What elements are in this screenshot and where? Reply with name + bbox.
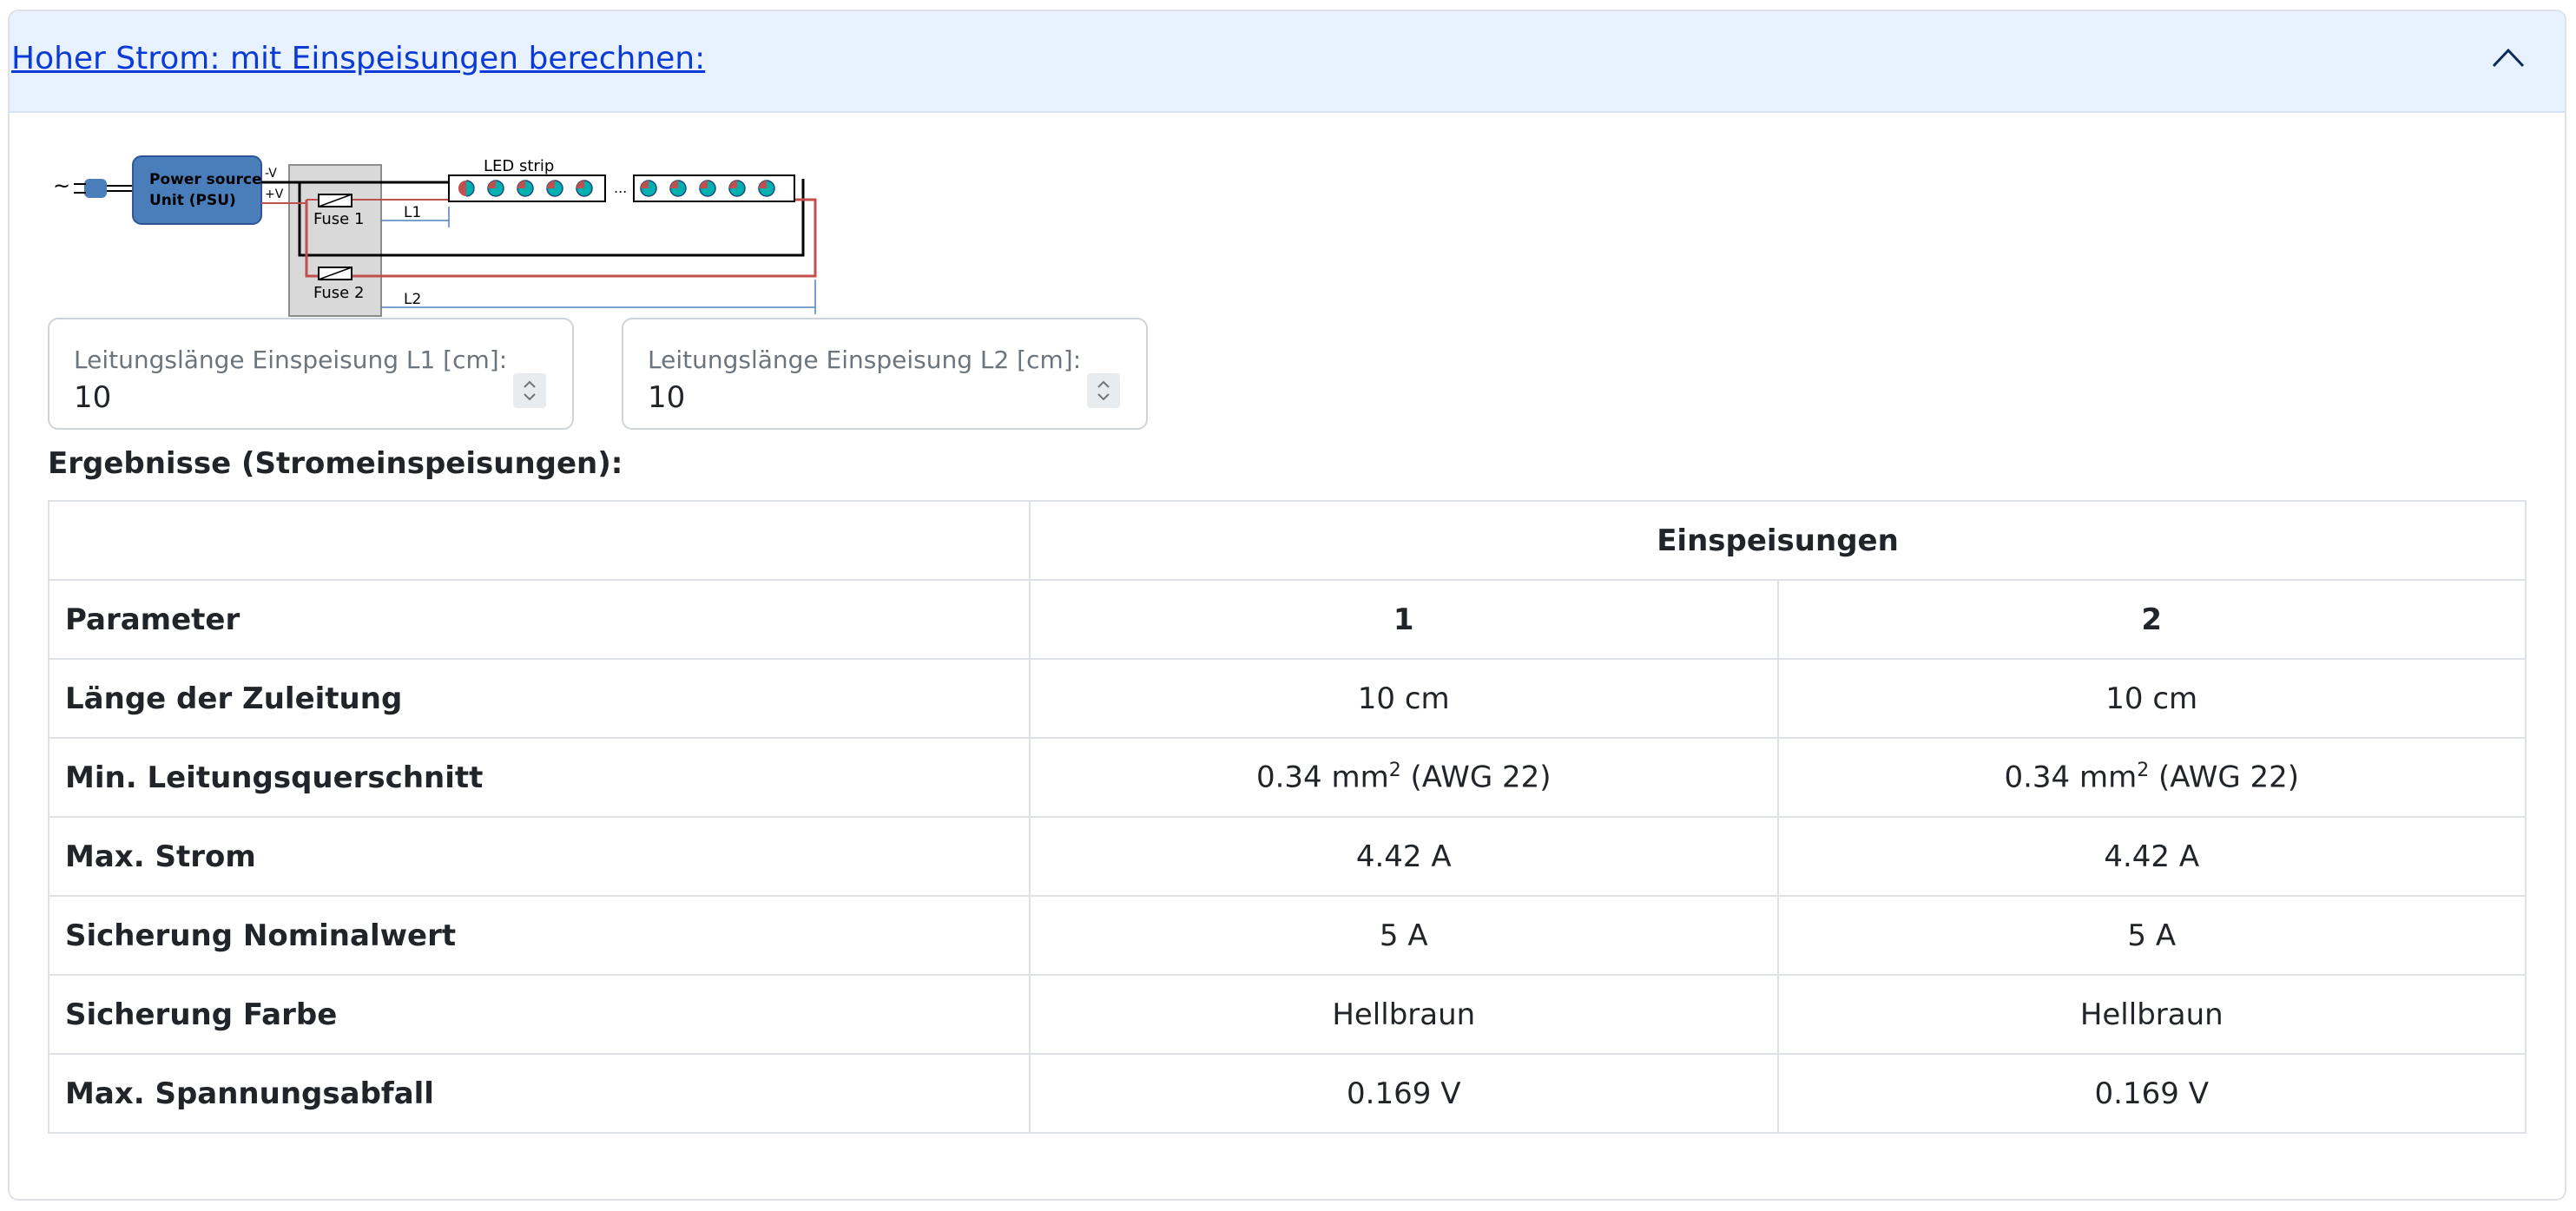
header-parameter: Parameter xyxy=(48,579,1031,660)
param-cell: Sicherung Nominalwert xyxy=(48,895,1031,976)
plug-icon xyxy=(74,179,135,198)
header-feed-1: 1 xyxy=(1029,579,1779,660)
results-table: Einspeisungen Parameter 1 2 Länge der Zu… xyxy=(48,500,2527,1134)
table-row: Max. Spannungsabfall 0.169 V 0.169 V xyxy=(48,1053,2527,1134)
l1-length-label: Leitungslänge Einspeisung L1 [cm]: xyxy=(74,346,508,374)
plus-v-label: +V xyxy=(265,188,284,201)
psu-box xyxy=(132,155,262,225)
value-cell: 0.169 V xyxy=(1029,1053,1779,1134)
l2-length-label: Leitungslänge Einspeisung L2 [cm]: xyxy=(648,346,1082,374)
table-row: Min. Leitungsquerschnitt 0.34 mm2 (AWG 2… xyxy=(48,737,2527,818)
wiring-diagram: ~ Power source Unit (PSU) -V +V Fuse 1 F… xyxy=(53,155,817,317)
value-cell: 0.34 mm2 (AWG 22) xyxy=(1776,737,2527,818)
l2-length-input[interactable] xyxy=(648,380,1038,415)
value-cell: 10 cm xyxy=(1776,658,2527,739)
value-cell: 5 A xyxy=(1776,895,2527,976)
value-cell: Hellbraun xyxy=(1776,974,2527,1055)
param-cell: Max. Spannungsabfall xyxy=(48,1053,1031,1134)
number-spinner-icon[interactable] xyxy=(513,373,546,408)
table-row: Länge der Zuleitung 10 cm 10 cm xyxy=(48,658,2527,739)
header-einspeisungen: Einspeisungen xyxy=(1029,500,2527,581)
fuse-2-label: Fuse 2 xyxy=(313,284,364,302)
param-cell: Max. Strom xyxy=(48,816,1031,897)
value-cell: Hellbraun xyxy=(1029,974,1779,1055)
value-cell: 0.169 V xyxy=(1776,1053,2527,1134)
l2-length-field[interactable]: Leitungslänge Einspeisung L2 [cm]: xyxy=(622,318,1148,430)
value-cell: 0.34 mm2 (AWG 22) xyxy=(1029,737,1779,818)
results-heading: Ergebnisse (Stromeinspeisungen): xyxy=(48,446,623,481)
header-feed-2: 2 xyxy=(1776,579,2527,660)
l1-length-field[interactable]: Leitungslänge Einspeisung L1 [cm]: xyxy=(48,318,574,430)
table-header-row: Parameter 1 2 xyxy=(48,579,2527,660)
led-ellipsis: ... xyxy=(614,180,627,196)
number-spinner-icon[interactable] xyxy=(1087,373,1120,408)
header-empty-cell xyxy=(48,500,1031,581)
param-cell: Min. Leitungsquerschnitt xyxy=(48,737,1031,818)
l1-length-input[interactable] xyxy=(74,380,464,415)
l2-label: L2 xyxy=(404,291,421,308)
table-row: Sicherung Farbe Hellbraun Hellbraun xyxy=(48,974,2527,1055)
led-strip-label: LED strip xyxy=(484,157,554,175)
value-cell: 5 A xyxy=(1029,895,1779,976)
value-cell: 10 cm xyxy=(1029,658,1779,739)
table-row: Max. Strom 4.42 A 4.42 A xyxy=(48,816,2527,897)
chevron-up-icon[interactable] xyxy=(2492,47,2525,68)
fuse-1-label: Fuse 1 xyxy=(313,210,364,228)
minus-v-label: -V xyxy=(265,167,277,181)
table-row: Sicherung Nominalwert 5 A 5 A xyxy=(48,895,2527,976)
value-cell: 4.42 A xyxy=(1776,816,2527,897)
value-cell: 4.42 A xyxy=(1029,816,1779,897)
accordion-header[interactable]: Hoher Strom: mit Einspeisungen berechnen… xyxy=(10,11,2565,113)
param-cell: Länge der Zuleitung xyxy=(48,658,1031,739)
accordion-title-link[interactable]: Hoher Strom: mit Einspeisungen berechnen… xyxy=(11,41,705,76)
psu-label-2: Unit (PSU) xyxy=(149,192,236,209)
ac-symbol: ~ xyxy=(53,174,70,198)
psu-label-1: Power source xyxy=(149,171,262,188)
l1-label: L1 xyxy=(404,204,421,221)
param-cell: Sicherung Farbe xyxy=(48,974,1031,1055)
table-header-row: Einspeisungen xyxy=(48,500,2527,581)
